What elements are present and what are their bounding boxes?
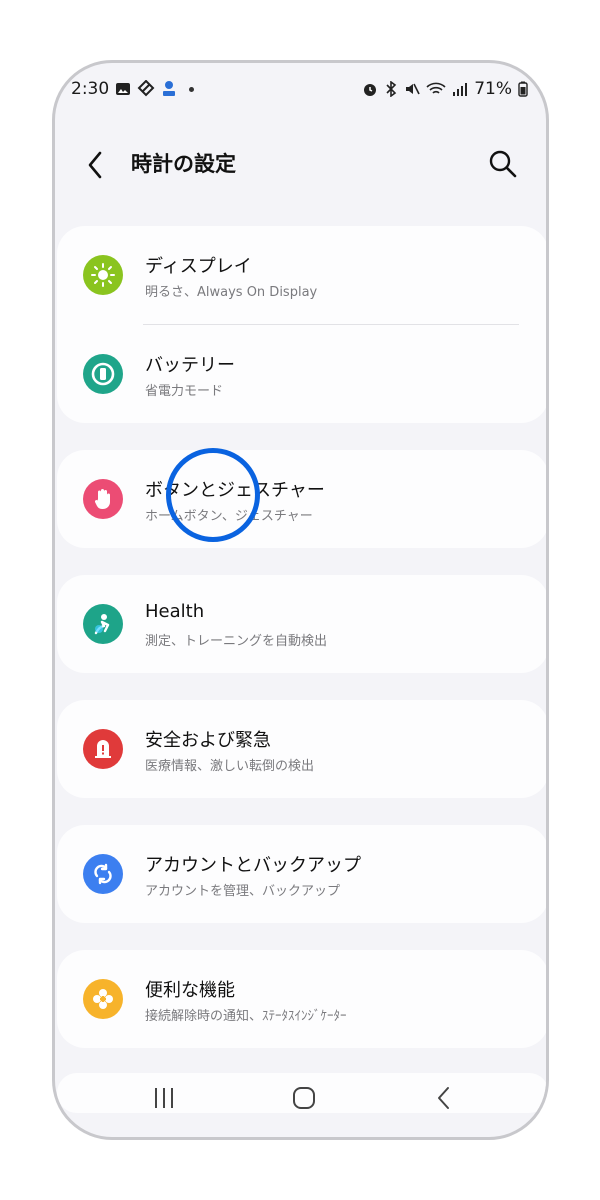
phone-screen: 2:30 71% 時計の設定 ディスプレイ 明るさ、Always On Disp… (52, 60, 549, 1140)
settings-item-health[interactable]: Health 測定、トレーニングを自動検出 (57, 575, 546, 673)
settings-item-battery[interactable]: バッテリー 省電力モード (57, 325, 546, 423)
settings-item-buttons-gestures[interactable]: ボタンとジェスチャー ホームボタン、ジェスチャー (57, 450, 546, 548)
item-label: 安全および緊急 (145, 730, 271, 751)
item-sublabel: 医療情報、激しい転倒の検出 (145, 759, 315, 774)
settings-item-accounts-backup[interactable]: アカウントとバックアップ アカウントを管理、バックアップ (57, 825, 546, 923)
signal-icon (452, 81, 468, 97)
mute-icon (404, 81, 420, 97)
recents-icon[interactable] (147, 1081, 181, 1115)
back-icon[interactable] (427, 1081, 461, 1115)
item-label: 便利な機能 (145, 980, 235, 1001)
settings-card-advanced: 便利な機能 接続解除時の通知、ｽﾃｰﾀｽｲﾝｼﾞｹｰﾀｰ (57, 950, 546, 1048)
item-label: ディスプレイ (145, 256, 252, 277)
settings-card-safety: 安全および緊急 医療情報、激しい転倒の検出 (57, 700, 546, 798)
item-sublabel: 明るさ、Always On Display (145, 285, 318, 300)
settings-card-buttons: ボタンとジェスチャー ホームボタン、ジェスチャー (57, 450, 546, 548)
back-arrow-icon[interactable] (81, 147, 111, 183)
app-bar: 時計の設定 (55, 135, 546, 195)
item-sublabel: 接続解除時の通知、ｽﾃｰﾀｽｲﾝｼﾞｹｰﾀｰ (145, 1009, 347, 1024)
item-label: Health (145, 601, 205, 622)
wifi-icon (426, 81, 446, 97)
health-icon (83, 604, 123, 644)
plus-flower-icon (83, 979, 123, 1019)
page-title: 時計の設定 (131, 152, 236, 176)
status-time: 2:30 (71, 79, 110, 99)
battery-icon (518, 81, 528, 97)
navigation-bar (55, 1067, 546, 1127)
alarm-icon (362, 81, 378, 97)
item-sublabel: 省電力モード (145, 384, 224, 399)
settings-card-display-battery: ディスプレイ 明るさ、Always On Display バッテリー 省電力モー… (57, 226, 546, 423)
settings-card-health: Health 測定、トレーニングを自動検出 (57, 575, 546, 673)
item-label: バッテリー (145, 355, 235, 376)
app-notification-icon (161, 80, 177, 98)
settings-item-safety-emergency[interactable]: 安全および緊急 医療情報、激しい転倒の検出 (57, 700, 546, 798)
dot-icon (189, 86, 195, 92)
item-sublabel: 測定、トレーニングを自動検出 (145, 634, 328, 649)
search-icon[interactable] (486, 147, 520, 181)
settings-item-display[interactable]: ディスプレイ 明るさ、Always On Display (57, 226, 546, 324)
battery-percent: 71% (474, 79, 512, 99)
sun-icon (83, 255, 123, 295)
status-bar: 2:30 71% (55, 73, 546, 105)
touch-indicator (166, 448, 260, 542)
settings-item-advanced-features[interactable]: 便利な機能 接続解除時の通知、ｽﾃｰﾀｽｲﾝｼﾞｹｰﾀｰ (57, 950, 546, 1048)
gallery-icon (115, 81, 131, 97)
bluetooth-icon (384, 81, 398, 97)
hand-icon (83, 479, 123, 519)
battery-ring-icon (83, 354, 123, 394)
emergency-icon (83, 729, 123, 769)
settings-card-accounts: アカウントとバックアップ アカウントを管理、バックアップ (57, 825, 546, 923)
item-label: アカウントとバックアップ (145, 855, 361, 876)
vpn-icon (137, 80, 155, 98)
item-sublabel: アカウントを管理、バックアップ (145, 884, 341, 899)
sync-icon (83, 854, 123, 894)
home-icon[interactable] (287, 1081, 321, 1115)
